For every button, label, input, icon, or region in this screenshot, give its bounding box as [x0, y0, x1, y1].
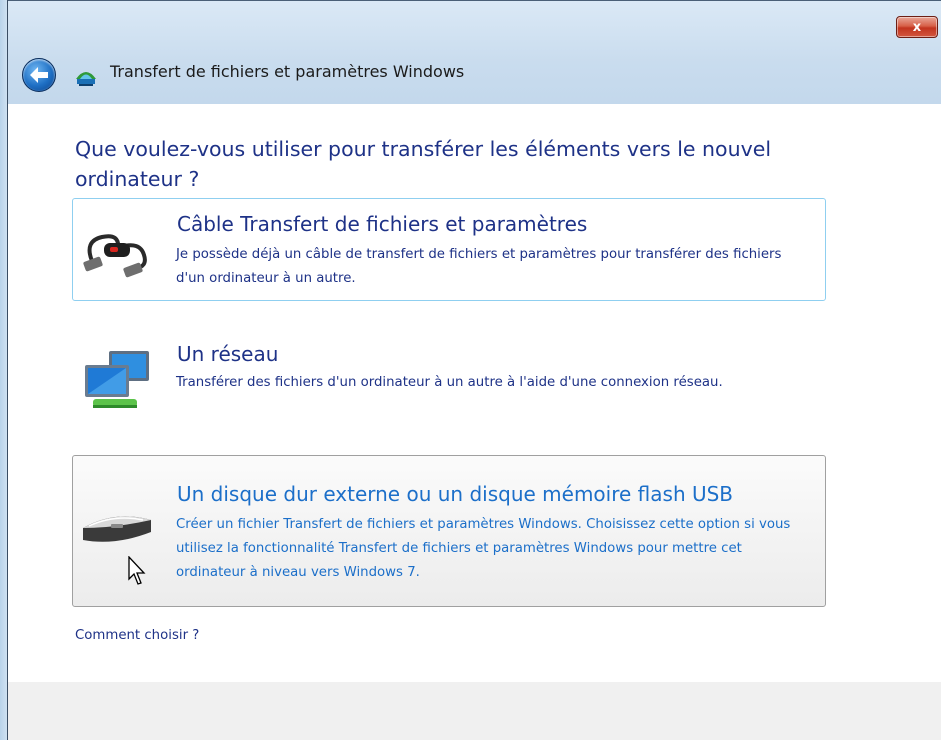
option-transfer-cable-title: Câble Transfert de fichiers et paramètre…	[177, 212, 588, 236]
title-bar-edge	[8, 0, 941, 1]
easy-transfer-icon	[76, 72, 96, 86]
option-network-title: Un réseau	[177, 342, 279, 366]
back-button[interactable]	[22, 58, 56, 92]
option-transfer-cable[interactable]: Câble Transfert de fichiers et paramètre…	[72, 198, 826, 301]
wizard-title: Transfert de fichiers et paramètres Wind…	[110, 62, 465, 81]
back-arrow-icon	[30, 67, 48, 83]
close-icon: x	[912, 19, 922, 35]
option-network[interactable]: Un réseau Transférer des fichiers d'un o…	[72, 330, 826, 430]
window-left-frame	[0, 0, 8, 740]
option-external-drive-description: Créer un fichier Transfert de fichiers e…	[176, 517, 791, 580]
transfer-cable-icon	[83, 234, 147, 278]
network-icon	[85, 351, 149, 408]
title-bar	[8, 0, 941, 104]
option-transfer-cable-description: Je possède déjà un câble de transfert de…	[176, 247, 782, 286]
option-external-drive[interactable]: Un disque dur externe ou un disque mémoi…	[72, 455, 826, 607]
close-button[interactable]: x	[896, 16, 938, 38]
page-question: Que voulez-vous utiliser pour transférer…	[75, 137, 772, 191]
option-network-description: Transférer des fichiers d'un ordinateur …	[176, 375, 723, 390]
option-external-drive-title: Un disque dur externe ou un disque mémoi…	[177, 482, 734, 506]
how-to-choose-link[interactable]: Comment choisir ?	[75, 628, 199, 643]
usb-drive-icon	[83, 516, 151, 542]
bottom-command-area	[8, 682, 941, 740]
mouse-cursor-icon	[128, 556, 146, 585]
